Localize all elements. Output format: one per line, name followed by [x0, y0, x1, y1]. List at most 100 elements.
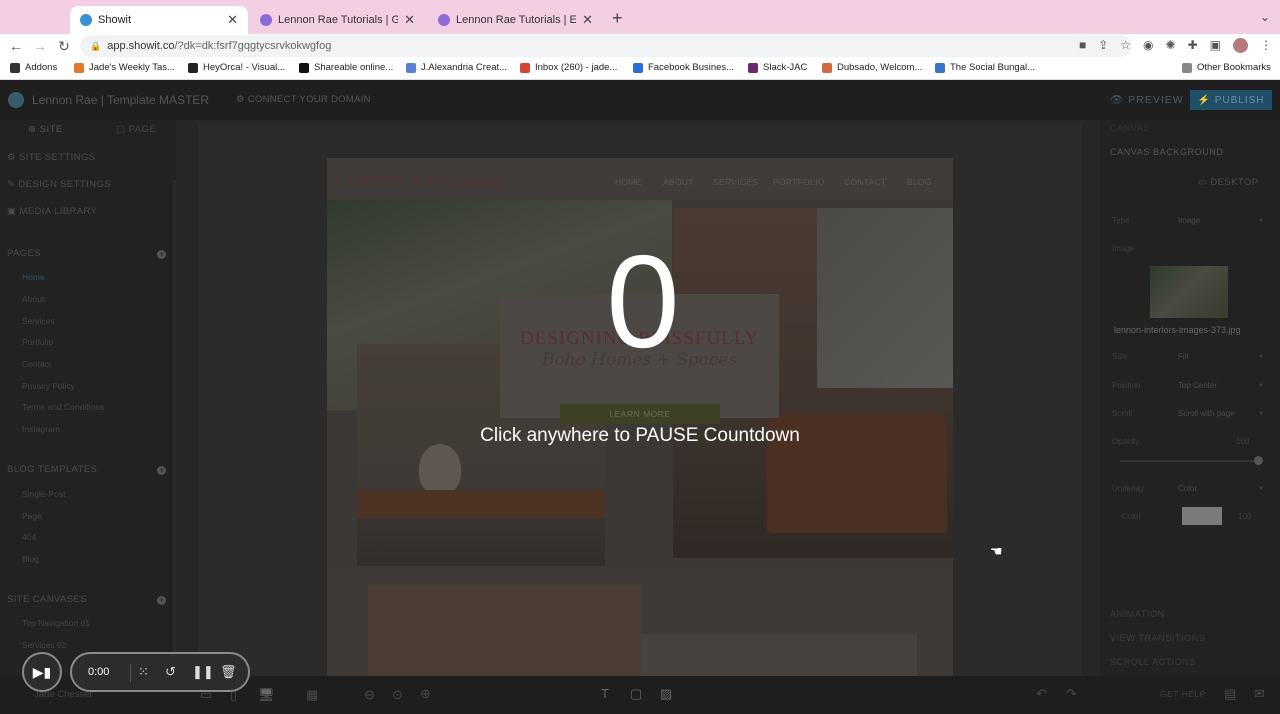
- canvas-item-top-nav[interactable]: Top Navigation 01: [22, 618, 90, 628]
- page-item-contact[interactable]: Contact: [22, 359, 51, 369]
- animation-section[interactable]: ANIMATION: [1110, 609, 1165, 619]
- extension-icon[interactable]: ✺: [1166, 38, 1176, 53]
- background-image-thumbnail[interactable]: [1150, 266, 1228, 318]
- kebab-menu-icon[interactable]: ⋮: [1260, 38, 1272, 53]
- back-arrow-icon[interactable]: ←: [4, 38, 28, 54]
- close-tab-icon[interactable]: ✕: [404, 12, 415, 28]
- reload-icon[interactable]: ↻: [52, 38, 76, 55]
- bookmark[interactable]: Inbox (260) - jade...: [520, 62, 617, 73]
- add-text-icon[interactable]: T: [601, 686, 609, 701]
- view-transitions-section[interactable]: VIEW TRANSITIONS: [1110, 633, 1205, 643]
- restart-icon[interactable]: ↺: [165, 664, 176, 680]
- connect-domain-button[interactable]: ⚙ CONNECT YOUR DOMAIN: [236, 94, 371, 105]
- preview-nav-blog[interactable]: BLOG: [907, 177, 932, 187]
- scroll-actions-section[interactable]: SCROLL ACTIONS: [1110, 657, 1196, 667]
- zoom-reset-icon[interactable]: ⊙: [392, 687, 403, 703]
- showit-logo-icon[interactable]: [8, 92, 24, 108]
- preview-nav-about[interactable]: ABOUT: [663, 177, 694, 187]
- canvas-item-services[interactable]: Services 02: [22, 640, 66, 650]
- tab-search-chevron-icon[interactable]: ⌄: [1260, 10, 1270, 24]
- preview-nav-contact[interactable]: CONTACT: [844, 177, 887, 187]
- trash-icon[interactable]: 🗑: [220, 664, 237, 680]
- preview-nav-portfolio[interactable]: PORTFOLIO: [773, 177, 825, 187]
- add-page-icon[interactable]: +: [157, 250, 166, 259]
- underlay-color-swatch[interactable]: [1182, 507, 1222, 525]
- bookmark[interactable]: The Social Bungal...: [935, 62, 1035, 73]
- page-item-home[interactable]: Home: [22, 272, 45, 282]
- recorder-camera-button[interactable]: ▶▮: [22, 652, 62, 692]
- pause-countdown-message[interactable]: Click anywhere to PAUSE Countdown: [440, 425, 840, 447]
- zoom-out-icon[interactable]: ⊖: [364, 687, 375, 703]
- chat-icon[interactable]: ✉: [1254, 686, 1265, 702]
- notes-icon[interactable]: ▤: [1224, 686, 1236, 702]
- bookmark[interactable]: Addons: [10, 62, 57, 73]
- site-settings-link[interactable]: ⚙ SITE SETTINGS: [7, 152, 95, 163]
- star-icon[interactable]: ☆: [1120, 38, 1131, 53]
- site-name[interactable]: Lennon Rae | Template MASTER: [32, 93, 209, 107]
- other-bookmarks[interactable]: Other Bookmarks: [1182, 62, 1271, 73]
- tab-site[interactable]: ⊕ SITE: [28, 124, 63, 135]
- puzzle-icon[interactable]: ✚: [1188, 38, 1198, 53]
- redo-icon[interactable]: ↷: [1066, 686, 1077, 702]
- new-tab-button[interactable]: +: [612, 8, 623, 29]
- left-panel-scrollbar[interactable]: [173, 180, 176, 680]
- close-tab-icon[interactable]: ✕: [227, 12, 238, 28]
- tab-editing[interactable]: Lennon Rae Tutorials | Editing ✕: [428, 6, 603, 34]
- position-select[interactable]: Top Center: [1178, 381, 1217, 390]
- color-opacity-value[interactable]: 100: [1238, 512, 1251, 521]
- screenshot-icon[interactable]: ◉: [1143, 38, 1153, 53]
- media-library-link[interactable]: ▣ MEDIA LIBRARY: [7, 206, 97, 217]
- sidebar-icon[interactable]: ▣: [1210, 38, 1221, 53]
- bookmark[interactable]: Slack-JAC: [748, 62, 807, 73]
- camera-icon[interactable]: ■: [1079, 38, 1086, 53]
- design-settings-link[interactable]: ✎ DESIGN SETTINGS: [7, 179, 111, 190]
- bookmark[interactable]: HeyOrca! - Visual...: [188, 62, 285, 73]
- blog-item-blog[interactable]: Blog: [22, 554, 39, 564]
- add-shape-icon[interactable]: ▢: [630, 686, 642, 702]
- opacity-slider-handle[interactable]: [1254, 456, 1263, 465]
- bookmark[interactable]: Shareable online...: [299, 62, 393, 73]
- preview-button[interactable]: 👁 PREVIEW: [1110, 93, 1184, 106]
- blog-item-404[interactable]: 404: [22, 532, 36, 542]
- bookmark[interactable]: Facebook Busines...: [633, 62, 734, 73]
- preview-nav-services[interactable]: SERVICES: [713, 177, 758, 187]
- blog-item-page[interactable]: Page: [22, 511, 42, 521]
- bookmark[interactable]: J.Alexandria Creat...: [406, 62, 507, 73]
- type-select[interactable]: Image: [1178, 216, 1200, 225]
- underlay-select[interactable]: Color: [1178, 484, 1197, 493]
- add-image-icon[interactable]: ▨: [660, 686, 672, 702]
- publish-button[interactable]: ⚡ PUBLISH: [1190, 90, 1272, 110]
- grid-dots-icon[interactable]: ⁙: [138, 664, 149, 680]
- bookmark[interactable]: Jade's Weekly Tas...: [74, 62, 175, 73]
- opacity-value[interactable]: 100: [1236, 437, 1249, 446]
- learn-more-button[interactable]: LEARN MORE: [560, 404, 720, 424]
- desktop-toggle[interactable]: ▭ DESKTOP: [1198, 177, 1258, 188]
- page-item-instagram[interactable]: Instagram: [22, 424, 60, 434]
- grid-icon[interactable]: ▦: [306, 687, 318, 703]
- undo-icon[interactable]: ↶: [1036, 686, 1047, 702]
- page-item-about[interactable]: About: [22, 294, 44, 304]
- get-help-button[interactable]: GET HELP: [1160, 689, 1206, 699]
- bookmark[interactable]: Dubsado, Welcom...: [822, 62, 922, 73]
- page-item-privacy[interactable]: Privacy Policy: [22, 381, 75, 391]
- tab-getting[interactable]: Lennon Rae Tutorials | Getting ✕: [250, 6, 425, 34]
- blog-item-single-post[interactable]: Single-Post: [22, 489, 65, 499]
- scroll-select[interactable]: Scroll with page: [1178, 409, 1234, 418]
- share-icon[interactable]: ⇪: [1098, 38, 1108, 53]
- page-item-services[interactable]: Services: [22, 316, 55, 326]
- page-item-portfolio[interactable]: Portfolio: [22, 337, 53, 347]
- close-tab-icon[interactable]: ✕: [582, 12, 593, 28]
- desktop-view-icon[interactable]: 🖥: [258, 687, 275, 703]
- opacity-slider[interactable]: [1120, 460, 1260, 462]
- page-item-terms[interactable]: Terms and Conditions: [22, 402, 104, 412]
- preview-nav-home[interactable]: HOME: [615, 177, 642, 187]
- zoom-in-icon[interactable]: ⊕: [420, 686, 431, 702]
- tab-page[interactable]: ▢ PAGE: [116, 124, 156, 135]
- add-canvas-icon[interactable]: +: [157, 596, 166, 605]
- add-blog-template-icon[interactable]: +: [157, 466, 166, 475]
- profile-avatar[interactable]: [1233, 38, 1248, 53]
- tab-showit[interactable]: Showit ✕: [70, 6, 248, 34]
- address-bar[interactable]: 🔒 app.showit.co/?dk=dk:fsrf7gqgtycsrvkok…: [80, 35, 1132, 57]
- forward-arrow-icon[interactable]: →: [28, 38, 52, 54]
- size-select[interactable]: Fill: [1178, 352, 1188, 361]
